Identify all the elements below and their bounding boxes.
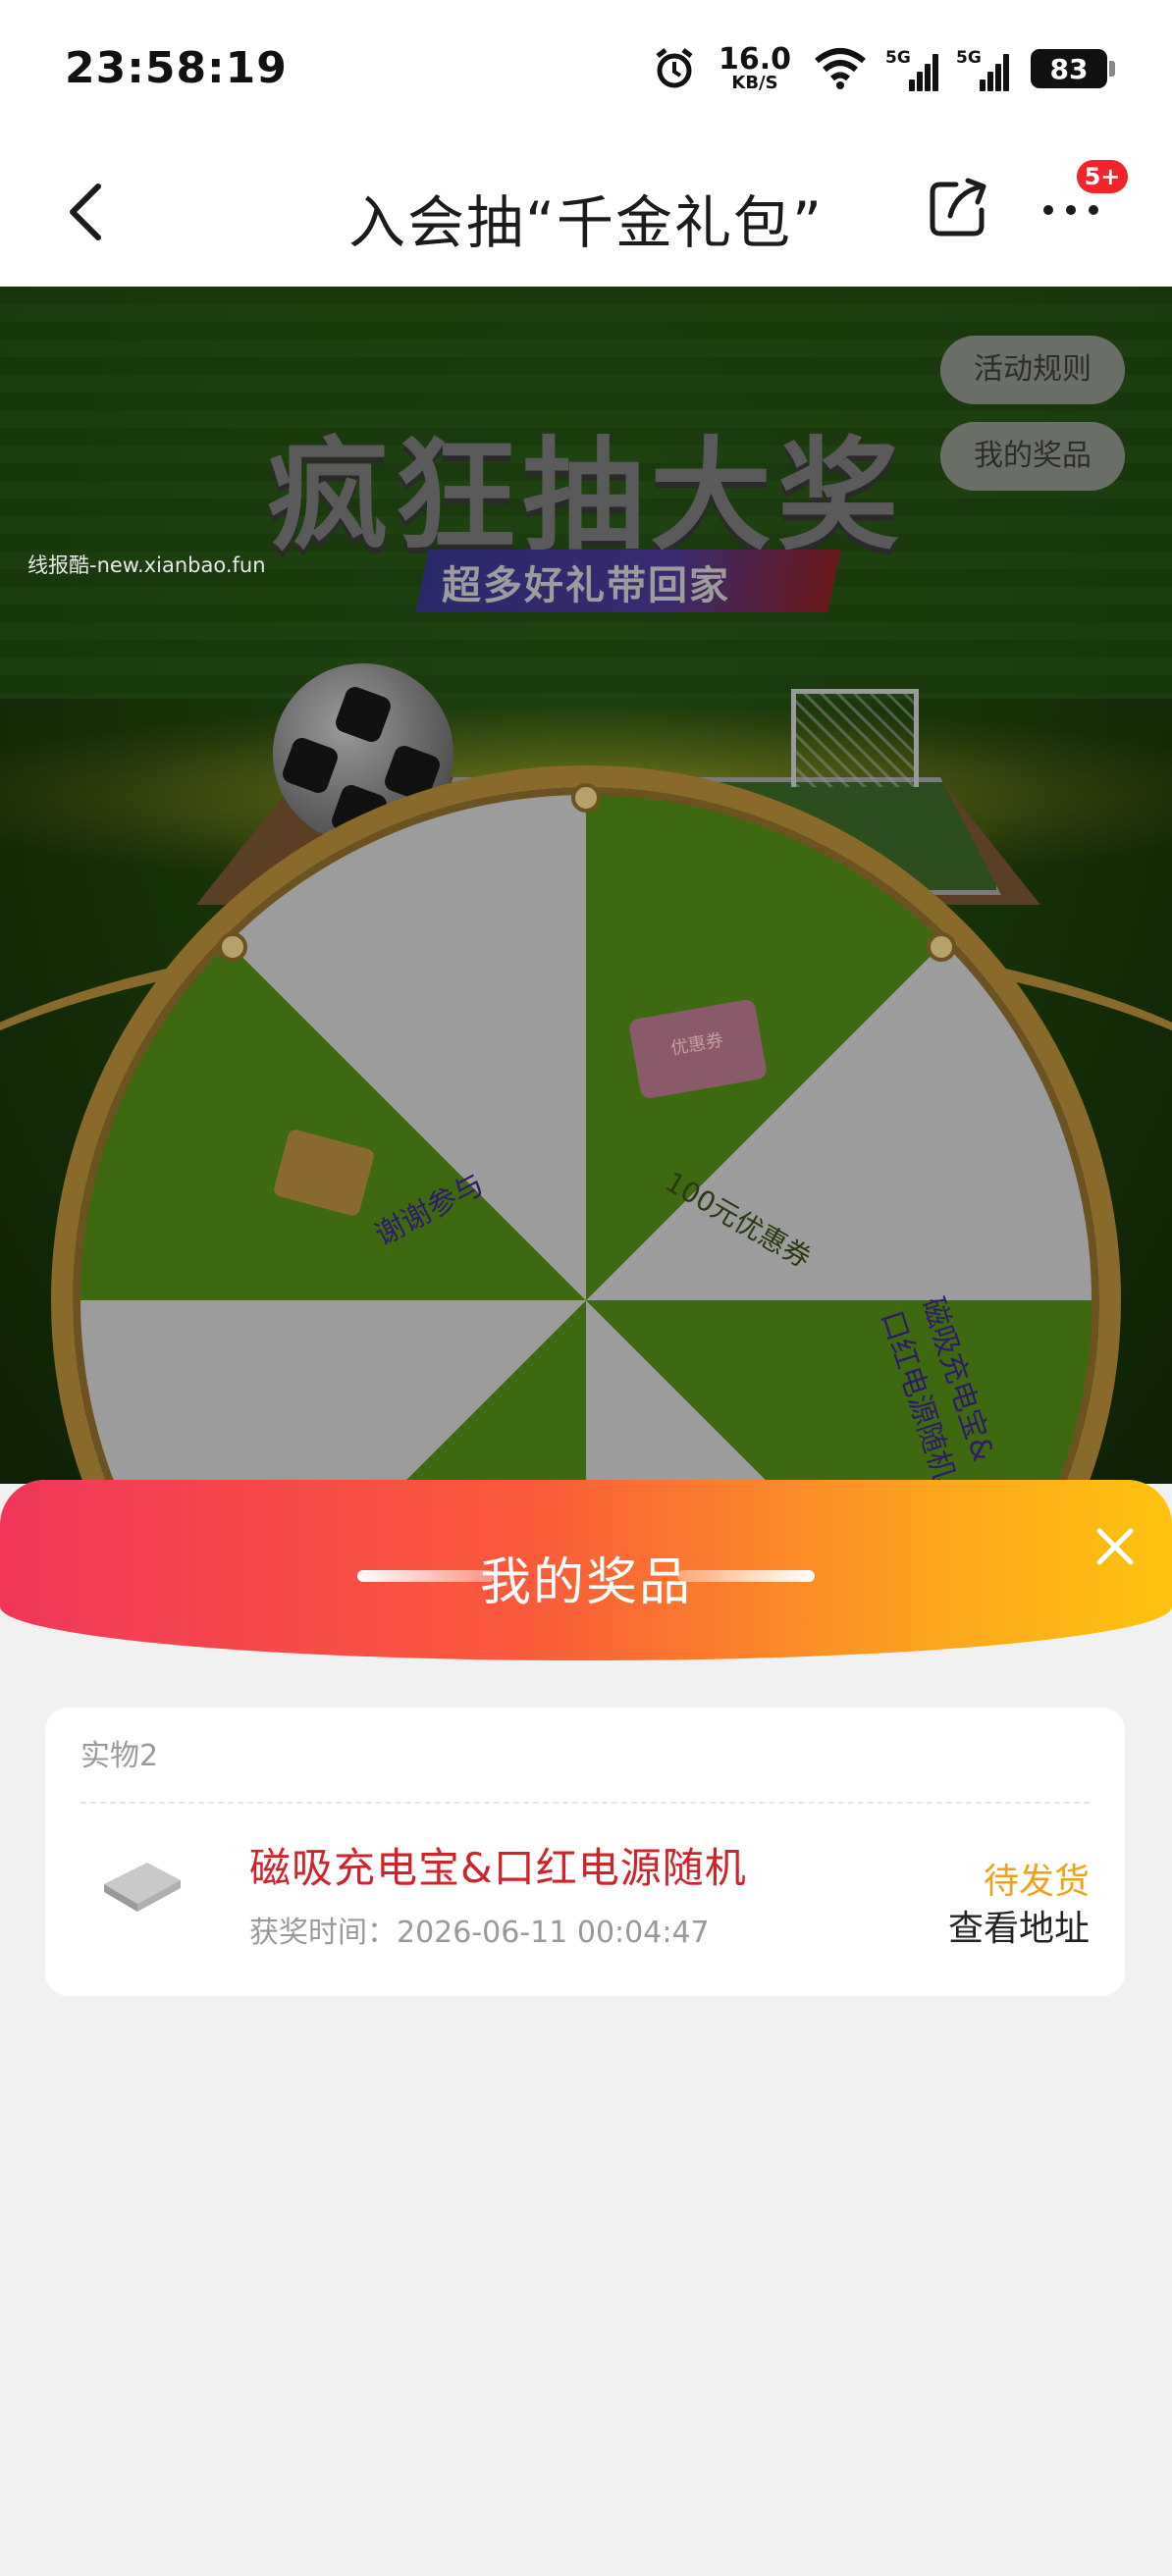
goal-net: [791, 689, 919, 787]
battery-icon: 83: [1031, 49, 1115, 88]
network-speed: 16.0 KB/S: [719, 45, 791, 92]
prize-card: 实物2 磁吸充电宝&口红电源随机 获奖时间：2026-06-11 00:04:4…: [45, 1708, 1125, 1996]
network-speed-unit: KB/S: [731, 73, 778, 93]
divider: [80, 1802, 1090, 1804]
nav-bar: 入会抽“千金礼包” 5+: [0, 137, 1172, 287]
page-title: 入会抽“千金礼包”: [347, 189, 825, 256]
signal-label-sim1: 5G: [885, 48, 911, 68]
my-prizes-button[interactable]: 我的奖品: [940, 422, 1125, 491]
close-icon[interactable]: [1092, 1523, 1139, 1570]
view-address-link[interactable]: 查看地址: [948, 1900, 1090, 1951]
alarm-icon: [656, 48, 693, 88]
status-icons: 16.0 KB/S 5G 5G 83: [652, 41, 1115, 96]
my-prizes-sheet: 我的奖品 实物2 磁吸充电宝&口红电源随机 获奖时间：2026-06-11 00…: [0, 1480, 1172, 2576]
sheet-header: 我的奖品: [0, 1480, 1172, 1660]
wheel-light: [218, 932, 247, 962]
status-bar: 23:58:19 16.0 KB/S 5G 5G 83: [0, 0, 1172, 137]
notification-badge: 5+: [1074, 157, 1131, 196]
more-icon[interactable]: [1039, 190, 1103, 230]
signal-icon-sim1: 5G: [885, 46, 938, 91]
wheel-light: [571, 783, 601, 813]
prize-time: 获奖时间：2026-06-11 00:04:47: [249, 1916, 710, 1950]
wheel-light: [927, 932, 956, 962]
rules-button[interactable]: 活动规则: [940, 336, 1125, 404]
battery-level: 83: [1049, 52, 1089, 85]
share-icon[interactable]: [927, 177, 989, 239]
network-speed-value: 16.0: [718, 42, 791, 77]
watermark-text: 线报酷-new.xianbao.fun: [27, 553, 266, 577]
wifi-icon: [815, 48, 866, 89]
signal-icon-sim2: 5G: [956, 46, 1009, 91]
prize-section-label: 实物2: [80, 1739, 159, 1773]
status-time: 23:58:19: [65, 43, 288, 93]
redaction-mask: [155, 1725, 410, 1774]
prize-name: 磁吸充电宝&口红电源随机: [249, 1844, 747, 1892]
prize-status: 待发货: [983, 1862, 1090, 1902]
powerbank-image: [104, 1863, 181, 1912]
title-decoration-right: [677, 1570, 815, 1582]
sheet-title: 我的奖品: [479, 1553, 692, 1612]
signal-label-sim2: 5G: [956, 48, 982, 68]
